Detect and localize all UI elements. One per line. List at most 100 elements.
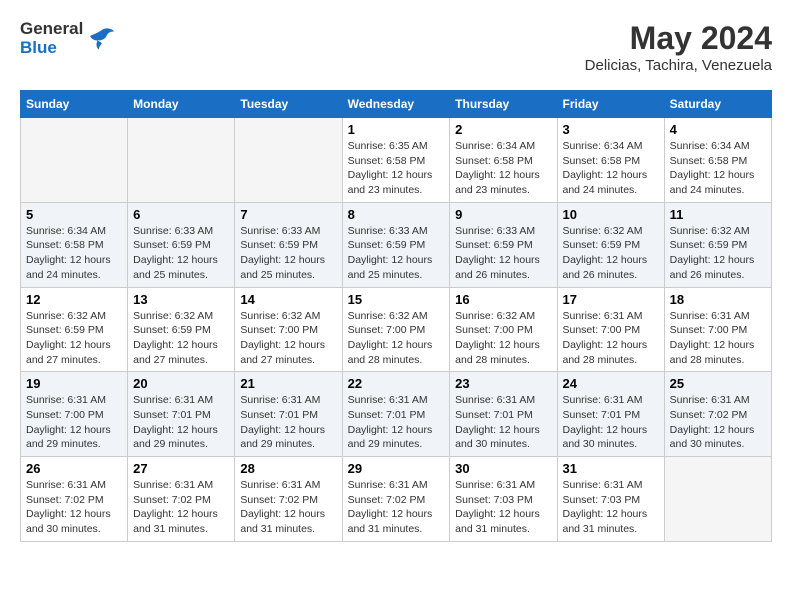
logo-general: General	[20, 20, 83, 39]
weekday-header: Wednesday	[342, 91, 450, 118]
calendar-cell: 8 Sunrise: 6:33 AM Sunset: 6:59 PM Daylig…	[342, 202, 450, 287]
day-info: Sunrise: 6:33 AM Sunset: 6:59 PM Dayligh…	[348, 224, 445, 283]
month-title: May 2024	[585, 20, 772, 57]
day-info: Sunrise: 6:34 AM Sunset: 6:58 PM Dayligh…	[670, 139, 766, 198]
day-info: Sunrise: 6:32 AM Sunset: 7:00 PM Dayligh…	[455, 309, 551, 368]
calendar-cell: 18 Sunrise: 6:31 AM Sunset: 7:00 PM Dayli…	[664, 287, 771, 372]
day-info: Sunrise: 6:31 AM Sunset: 7:00 PM Dayligh…	[670, 309, 766, 368]
day-info: Sunrise: 6:34 AM Sunset: 6:58 PM Dayligh…	[455, 139, 551, 198]
day-number: 5	[26, 207, 122, 222]
calendar-cell: 16 Sunrise: 6:32 AM Sunset: 7:00 PM Dayli…	[450, 287, 557, 372]
day-info: Sunrise: 6:32 AM Sunset: 6:59 PM Dayligh…	[26, 309, 122, 368]
day-number: 3	[563, 122, 659, 137]
weekday-header-row: SundayMondayTuesdayWednesdayThursdayFrid…	[21, 91, 772, 118]
calendar-cell	[664, 457, 771, 542]
week-row: 19 Sunrise: 6:31 AM Sunset: 7:00 PM Dayli…	[21, 372, 772, 457]
weekday-header: Thursday	[450, 91, 557, 118]
day-number: 13	[133, 292, 229, 307]
calendar-cell: 25 Sunrise: 6:31 AM Sunset: 7:02 PM Dayli…	[664, 372, 771, 457]
day-info: Sunrise: 6:31 AM Sunset: 7:00 PM Dayligh…	[563, 309, 659, 368]
calendar-cell: 9 Sunrise: 6:33 AM Sunset: 6:59 PM Daylig…	[450, 202, 557, 287]
calendar-cell	[21, 118, 128, 203]
day-info: Sunrise: 6:32 AM Sunset: 6:59 PM Dayligh…	[133, 309, 229, 368]
calendar-cell: 15 Sunrise: 6:32 AM Sunset: 7:00 PM Dayli…	[342, 287, 450, 372]
day-number: 25	[670, 376, 766, 391]
day-info: Sunrise: 6:31 AM Sunset: 7:01 PM Dayligh…	[348, 393, 445, 452]
day-info: Sunrise: 6:31 AM Sunset: 7:02 PM Dayligh…	[240, 478, 336, 537]
weekday-header: Saturday	[664, 91, 771, 118]
day-info: Sunrise: 6:33 AM Sunset: 6:59 PM Dayligh…	[455, 224, 551, 283]
calendar-cell: 10 Sunrise: 6:32 AM Sunset: 6:59 PM Dayli…	[557, 202, 664, 287]
day-number: 15	[348, 292, 445, 307]
day-info: Sunrise: 6:31 AM Sunset: 7:02 PM Dayligh…	[133, 478, 229, 537]
day-number: 20	[133, 376, 229, 391]
location: Delicias, Tachira, Venezuela	[585, 57, 772, 74]
day-number: 9	[455, 207, 551, 222]
calendar-table: SundayMondayTuesdayWednesdayThursdayFrid…	[20, 90, 772, 542]
weekday-header: Monday	[128, 91, 235, 118]
day-info: Sunrise: 6:31 AM Sunset: 7:03 PM Dayligh…	[563, 478, 659, 537]
day-info: Sunrise: 6:31 AM Sunset: 7:00 PM Dayligh…	[26, 393, 122, 452]
calendar-cell: 27 Sunrise: 6:31 AM Sunset: 7:02 PM Dayli…	[128, 457, 235, 542]
day-info: Sunrise: 6:32 AM Sunset: 6:59 PM Dayligh…	[670, 224, 766, 283]
day-number: 21	[240, 376, 336, 391]
day-info: Sunrise: 6:32 AM Sunset: 6:59 PM Dayligh…	[563, 224, 659, 283]
day-number: 6	[133, 207, 229, 222]
day-number: 12	[26, 292, 122, 307]
logo-bird-icon	[87, 24, 117, 54]
calendar-cell: 26Sunrise: 6:31 AM Sunset: 7:02 PM Dayli…	[21, 457, 128, 542]
calendar-cell: 28Sunrise: 6:31 AM Sunset: 7:02 PM Dayli…	[235, 457, 342, 542]
day-info: Sunrise: 6:31 AM Sunset: 7:01 PM Dayligh…	[563, 393, 659, 452]
week-row: 5 Sunrise: 6:34 AM Sunset: 6:58 PM Daylig…	[21, 202, 772, 287]
calendar-cell: 31 Sunrise: 6:31 AM Sunset: 7:03 PM Dayli…	[557, 457, 664, 542]
day-info: Sunrise: 6:34 AM Sunset: 6:58 PM Dayligh…	[563, 139, 659, 198]
day-number: 17	[563, 292, 659, 307]
calendar-cell	[235, 118, 342, 203]
day-number: 29	[348, 461, 445, 476]
day-number: 16	[455, 292, 551, 307]
day-number: 30	[455, 461, 551, 476]
calendar-cell: 12 Sunrise: 6:32 AM Sunset: 6:59 PM Dayli…	[21, 287, 128, 372]
day-number: 19	[26, 376, 122, 391]
day-number: 31	[563, 461, 659, 476]
day-number: 11	[670, 207, 766, 222]
calendar-cell: 17 Sunrise: 6:31 AM Sunset: 7:00 PM Dayli…	[557, 287, 664, 372]
day-number: 14	[240, 292, 336, 307]
day-info: Sunrise: 6:31 AM Sunset: 7:01 PM Dayligh…	[455, 393, 551, 452]
day-info: Sunrise: 6:31 AM Sunset: 7:02 PM Dayligh…	[670, 393, 766, 452]
day-info: Sunrise: 6:34 AM Sunset: 6:58 PM Dayligh…	[26, 224, 122, 283]
day-number: 1	[348, 122, 445, 137]
week-row: 1Sunrise: 6:35 AM Sunset: 6:58 PM Daylig…	[21, 118, 772, 203]
day-info: Sunrise: 6:33 AM Sunset: 6:59 PM Dayligh…	[240, 224, 336, 283]
calendar-cell: 5 Sunrise: 6:34 AM Sunset: 6:58 PM Daylig…	[21, 202, 128, 287]
day-info: Sunrise: 6:31 AM Sunset: 7:02 PM Dayligh…	[348, 478, 445, 537]
calendar-cell	[128, 118, 235, 203]
logo-blue: Blue	[20, 39, 83, 58]
day-info: Sunrise: 6:32 AM Sunset: 7:00 PM Dayligh…	[240, 309, 336, 368]
day-number: 7	[240, 207, 336, 222]
day-info: Sunrise: 6:31 AM Sunset: 7:03 PM Dayligh…	[455, 478, 551, 537]
day-number: 18	[670, 292, 766, 307]
day-info: Sunrise: 6:31 AM Sunset: 7:01 PM Dayligh…	[240, 393, 336, 452]
calendar-cell: 2Sunrise: 6:34 AM Sunset: 6:58 PM Daylig…	[450, 118, 557, 203]
day-number: 8	[348, 207, 445, 222]
week-row: 26 Sunrise: 6:31 AM Sunset: 7:02 PM Dayli…	[21, 457, 772, 542]
calendar-cell: 7 Sunrise: 6:33 AM Sunset: 6:59 PM Daylig…	[235, 202, 342, 287]
calendar-cell: 20Sunrise: 6:31 AM Sunset: 7:01 PM Dayli…	[128, 372, 235, 457]
calendar-cell: 19 Sunrise: 6:31 AM Sunset: 7:00 PM Dayli…	[21, 372, 128, 457]
day-info: Sunrise: 6:33 AM Sunset: 6:59 PM Dayligh…	[133, 224, 229, 283]
calendar-cell: 1Sunrise: 6:35 AM Sunset: 6:58 PM Daylig…	[342, 118, 450, 203]
calendar-cell: 24Sunrise: 6:31 AM Sunset: 7:01 PM Dayli…	[557, 372, 664, 457]
calendar-cell: 29 Sunrise: 6:31 AM Sunset: 7:02 PM Dayli…	[342, 457, 450, 542]
weekday-header: Tuesday	[235, 91, 342, 118]
day-info: Sunrise: 6:32 AM Sunset: 7:00 PM Dayligh…	[348, 309, 445, 368]
day-number: 26	[26, 461, 122, 476]
day-number: 10	[563, 207, 659, 222]
calendar-cell: 6 Sunrise: 6:33 AM Sunset: 6:59 PM Daylig…	[128, 202, 235, 287]
calendar-cell: 11 Sunrise: 6:32 AM Sunset: 6:59 PM Dayli…	[664, 202, 771, 287]
calendar-cell: 3 Sunrise: 6:34 AM Sunset: 6:58 PM Daylig…	[557, 118, 664, 203]
day-number: 27	[133, 461, 229, 476]
calendar-cell: 30 Sunrise: 6:31 AM Sunset: 7:03 PM Dayli…	[450, 457, 557, 542]
calendar-cell: 22Sunrise: 6:31 AM Sunset: 7:01 PM Dayli…	[342, 372, 450, 457]
calendar-cell: 23Sunrise: 6:31 AM Sunset: 7:01 PM Dayli…	[450, 372, 557, 457]
